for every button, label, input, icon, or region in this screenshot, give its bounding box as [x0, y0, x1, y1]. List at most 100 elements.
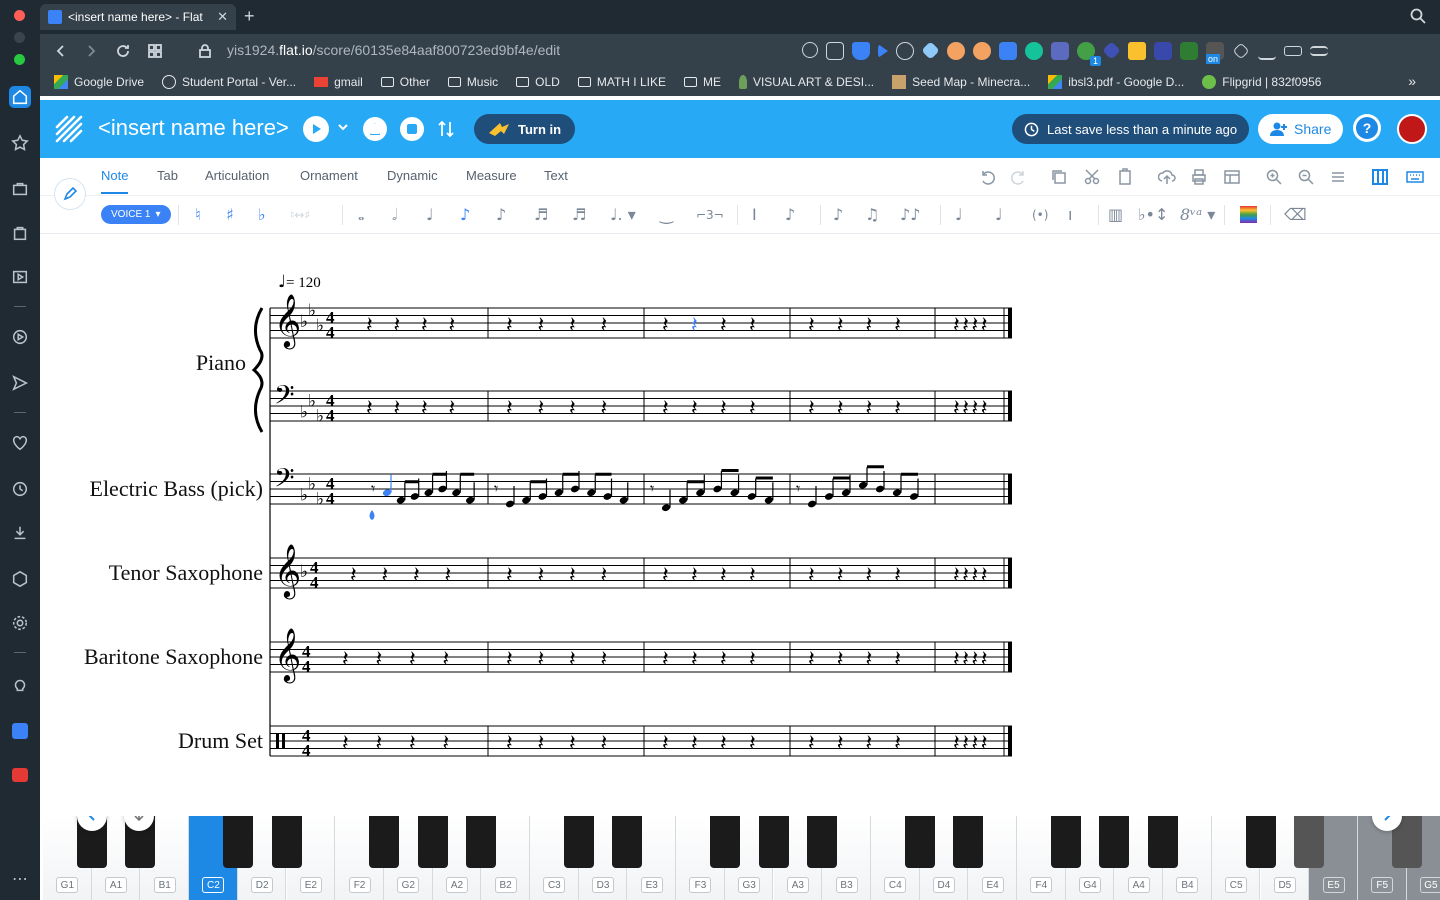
turn-in-button[interactable]: Turn in: [474, 114, 576, 144]
eighth-note-icon[interactable]: ♪: [460, 205, 470, 225]
copy-icon[interactable]: [1050, 168, 1068, 186]
sharp-icon[interactable]: ♯: [226, 205, 234, 225]
youtube-icon[interactable]: [9, 764, 31, 786]
maximize-window-button[interactable]: [14, 54, 25, 65]
computer-keyboard-icon[interactable]: [1406, 168, 1424, 186]
diamond-icon[interactable]: [921, 41, 940, 60]
bookmarks-overflow-icon[interactable]: »: [1408, 73, 1416, 89]
close-tab-icon[interactable]: ✕: [217, 9, 228, 25]
grammarly-icon[interactable]: [1025, 42, 1043, 60]
cube-icon[interactable]: [9, 568, 31, 590]
piano-black-key[interactable]: [368, 816, 399, 868]
unbeam-icon[interactable]: ♪♪: [900, 205, 920, 225]
extension-square-icon[interactable]: [1154, 42, 1172, 60]
flat-logo-icon[interactable]: [54, 114, 84, 149]
speed-dial-icon[interactable]: [146, 42, 164, 60]
download-icon[interactable]: [1258, 42, 1276, 60]
tab-text[interactable]: Text: [544, 168, 568, 183]
play-button[interactable]: [303, 116, 329, 142]
chord-diagram-icon[interactable]: ▥: [1108, 205, 1123, 225]
extension-owl-icon[interactable]: [947, 42, 965, 60]
print-icon[interactable]: [1190, 168, 1208, 186]
half-note-icon[interactable]: 𝅗𝅥: [392, 205, 397, 225]
instrument-view-icon[interactable]: [1371, 168, 1389, 186]
translate-icon[interactable]: [999, 42, 1017, 60]
sheets-grid-icon[interactable]: [1180, 42, 1198, 60]
layout-icon[interactable]: [1223, 168, 1241, 186]
piano-black-key[interactable]: [1245, 816, 1276, 868]
bookmark-gmail[interactable]: gmail: [314, 75, 363, 89]
piano-keyboard[interactable]: G1 A1 B1 C2 D2 E2 F2 G2 A2 B2 C3 D3 E3 F3 G3 A3 B3 C4 D4 E4…: [40, 816, 1440, 900]
color-notes-icon[interactable]: [1240, 206, 1257, 223]
tab-articulation[interactable]: Articulation: [205, 168, 269, 183]
bookmark-folder-me[interactable]: ME: [683, 75, 721, 89]
menu-icon[interactable]: [1310, 46, 1328, 56]
piano-black-key[interactable]: [466, 816, 497, 868]
piano-black-key[interactable]: [1099, 816, 1130, 868]
list-view-icon[interactable]: [1329, 168, 1347, 186]
forward-button[interactable]: [82, 42, 100, 60]
paste-icon[interactable]: [1116, 168, 1134, 186]
piano-black-key[interactable]: [758, 816, 789, 868]
zoom-search-icon[interactable]: [802, 42, 818, 58]
shield-icon[interactable]: [852, 42, 870, 60]
tab-note[interactable]: Note: [101, 168, 129, 194]
undo-icon[interactable]: [978, 168, 996, 186]
dotted-note-icon[interactable]: ♩. ▾: [610, 205, 636, 225]
lightbulb-icon[interactable]: [9, 674, 31, 696]
extension-on-icon[interactable]: on: [1206, 42, 1224, 64]
tab-search-icon[interactable]: [1410, 8, 1426, 29]
transpose-icon[interactable]: [438, 120, 454, 143]
bookmark-folder-music[interactable]: Music: [447, 75, 498, 89]
bookmark-folder-old[interactable]: OLD: [516, 75, 560, 89]
bookmark-google-drive[interactable]: Google Drive: [54, 75, 144, 89]
puzzle-icon[interactable]: [1102, 41, 1121, 60]
notation[interactable]: 𝄞♭♭♭ 44 𝄽 𝄽 𝄽 𝄽 𝄽 𝄽 𝄽 𝄽 𝄽 𝄽 𝄽 𝄽 𝄽 𝄽 𝄽 𝄽 𝄽 𝄽 𝄽 𝄽𝄢 ♭♭♭44 𝄽 𝄽 𝄽 𝄽 𝄽 𝄽 𝄽 𝄽…: [40, 234, 1440, 816]
play-circle-icon[interactable]: [9, 326, 31, 348]
tie-icon[interactable]: ‿: [660, 205, 673, 225]
send-icon[interactable]: [9, 372, 31, 394]
insert-cursor-icon[interactable]: Ι: [752, 205, 757, 225]
piano-black-key[interactable]: [1050, 816, 1081, 868]
bookmark-folder-math[interactable]: MATH I LIKE: [577, 75, 666, 89]
home-icon[interactable]: [9, 86, 31, 108]
translate-icon[interactable]: [9, 720, 31, 742]
extension-badge-icon[interactable]: 1: [1077, 42, 1101, 66]
reload-button[interactable]: [114, 42, 132, 60]
score-title[interactable]: <insert name here>: [98, 115, 289, 141]
bookmark-ibsl3[interactable]: ibsl3.pdf - Google D...: [1048, 75, 1184, 89]
piano-black-key[interactable]: [612, 816, 643, 868]
battery-icon[interactable]: [1284, 46, 1302, 56]
whole-note-icon[interactable]: 𝅝: [358, 205, 364, 225]
thumbs-up-icon[interactable]: [1128, 42, 1146, 60]
extension-owl2-icon[interactable]: [973, 42, 991, 60]
tab-measure[interactable]: Measure: [466, 168, 517, 183]
ottava-icon[interactable]: 8ᵛᵃ ▾: [1180, 205, 1215, 225]
avatar[interactable]: [1397, 114, 1427, 144]
piano-black-key[interactable]: [563, 816, 594, 868]
cloud-upload-icon[interactable]: [1157, 168, 1176, 186]
new-tab-button[interactable]: +: [244, 6, 255, 27]
tab-dynamic[interactable]: Dynamic: [387, 168, 438, 183]
tab-ornament[interactable]: Ornament: [300, 168, 358, 183]
courtesy-accidental-icon[interactable]: ♮↔♯: [290, 205, 310, 225]
video-icon[interactable]: [9, 266, 31, 288]
slash-notehead-icon[interactable]: ♩: [955, 205, 963, 225]
lock-icon[interactable]: [196, 42, 214, 60]
bag-icon[interactable]: [9, 222, 31, 244]
briefcase-icon[interactable]: [9, 178, 31, 200]
metronome-icon[interactable]: [363, 117, 387, 141]
bookmark-seed-map[interactable]: Seed Map - Minecra...: [892, 75, 1030, 89]
sixty-fourth-note-icon[interactable]: ♬: [572, 205, 586, 225]
close-window-button[interactable]: [14, 10, 25, 21]
stem-direction-icon[interactable]: ı: [1068, 205, 1072, 225]
star-icon[interactable]: [9, 132, 31, 154]
piano-black-key[interactable]: [1148, 816, 1179, 868]
more-icon[interactable]: ⋯: [9, 868, 31, 890]
help-button[interactable]: ?: [1353, 114, 1381, 142]
piano-black-key[interactable]: [417, 816, 448, 868]
grace-note-icon[interactable]: ♪: [785, 205, 795, 225]
cross-notehead-icon[interactable]: ♩: [995, 205, 1003, 225]
bookmark-student-portal[interactable]: Student Portal - Ver...: [162, 75, 296, 89]
piano-black-key[interactable]: [953, 816, 984, 868]
